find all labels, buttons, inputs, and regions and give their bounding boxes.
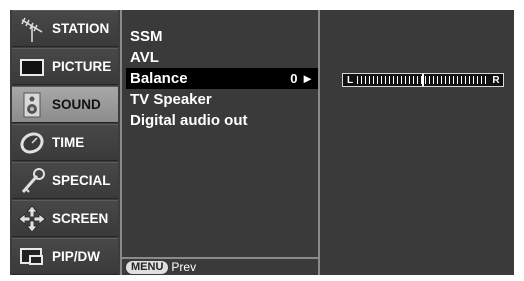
menu-item-ssm[interactable]: SSM <box>126 26 318 47</box>
menu-key-badge[interactable]: MENU <box>126 260 169 274</box>
menu-item-label: Digital audio out <box>130 112 248 129</box>
category-label: STATION <box>52 21 110 36</box>
menu-item-label: AVL <box>130 49 159 66</box>
menu-item-digital-audio-out[interactable]: Digital audio out <box>126 110 318 131</box>
menu-item-label: TV Speaker <box>130 91 212 108</box>
category-label: SOUND <box>52 97 101 112</box>
category-label: PIP/DW <box>52 249 101 264</box>
category-sound[interactable]: SOUND <box>12 86 118 123</box>
category-screen[interactable]: SCREEN <box>12 200 118 237</box>
menu-item-tv-speaker[interactable]: TV Speaker <box>126 89 318 110</box>
menu-item-label: SSM <box>130 28 163 45</box>
clock-icon <box>12 125 52 160</box>
antenna-icon <box>12 11 52 46</box>
sound-submenu: SSM AVL Balance 0 ► TV Speaker Digital a… <box>120 10 320 275</box>
menu-item-label: Balance <box>130 70 188 87</box>
move-arrows-icon <box>12 201 52 236</box>
category-picture[interactable]: PICTURE <box>12 48 118 85</box>
category-sidebar: STATION PICTURE SOUND TIME SPECIAL SCREE… <box>10 10 120 275</box>
category-station[interactable]: STATION <box>12 10 118 47</box>
slider-right-label: R <box>492 74 500 86</box>
tv-screen-icon <box>12 49 52 84</box>
menu-item-balance[interactable]: Balance 0 ► <box>126 68 318 89</box>
category-pip-dw[interactable]: PIP/DW <box>12 238 118 275</box>
tv-osd-menu: STATION PICTURE SOUND TIME SPECIAL SCREE… <box>10 10 514 275</box>
adjustment-panel: L R <box>320 10 514 275</box>
category-label: SPECIAL <box>52 173 111 188</box>
pip-window-icon <box>12 239 52 274</box>
prev-label: Prev <box>171 260 197 274</box>
menu-footer: MENU Prev <box>122 257 318 275</box>
key-icon <box>12 163 52 198</box>
speaker-icon <box>12 87 52 122</box>
category-label: PICTURE <box>52 59 112 74</box>
slider-left-label: L <box>346 74 354 86</box>
category-time[interactable]: TIME <box>12 124 118 161</box>
category-special[interactable]: SPECIAL <box>12 162 118 199</box>
slider-knob[interactable] <box>422 74 424 86</box>
balance-slider[interactable]: L R <box>342 73 504 87</box>
slider-track <box>357 74 489 86</box>
balance-value: 0 ► <box>290 71 314 86</box>
category-label: TIME <box>52 135 85 150</box>
menu-item-avl[interactable]: AVL <box>126 47 318 68</box>
category-label: SCREEN <box>52 211 109 226</box>
